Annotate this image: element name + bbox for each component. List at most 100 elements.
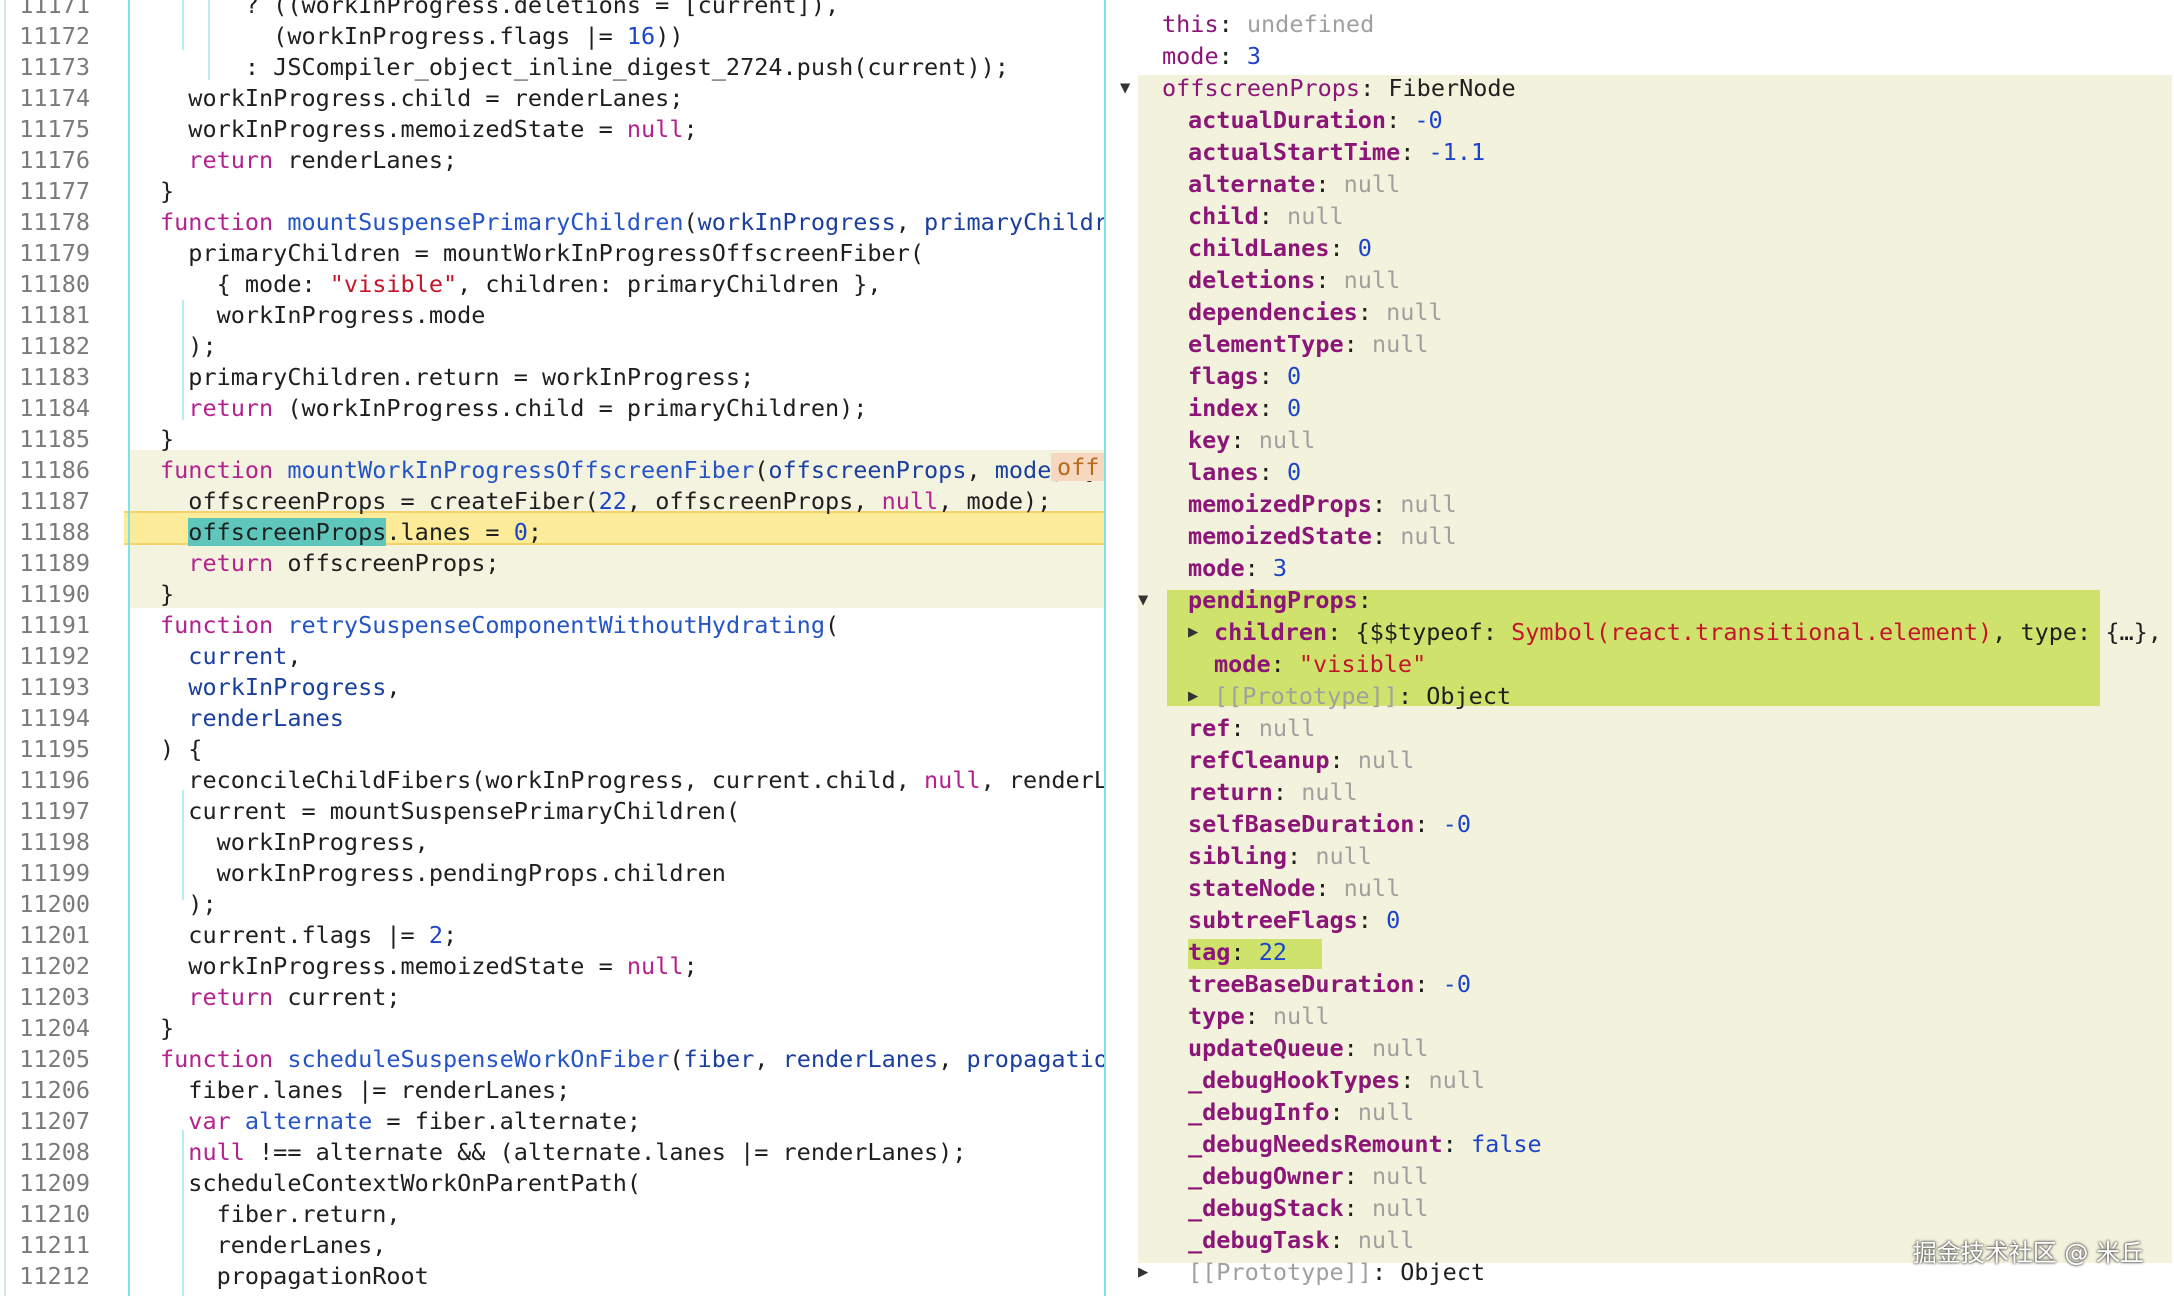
scope-row[interactable]: ▼ offscreenProps: FiberNode [1120,72,1516,104]
scope-row[interactable]: ▶ [[Prototype]]: Object [1138,1256,1485,1288]
property-key: stateNode [1188,874,1316,902]
line-number[interactable]: 11179 [0,238,90,269]
property-value: 3 [1272,554,1288,582]
line-number[interactable]: 11212 [0,1261,90,1292]
line-number[interactable]: 11189 [0,548,90,579]
code-line: 11202 workInProgress.memoizedState = nul… [0,951,1104,982]
expand-triangle-closed-icon[interactable]: ▶ [1138,1256,1188,1288]
line-number[interactable]: 11211 [0,1230,90,1261]
indent-guide [182,790,184,900]
code-line: 11211 renderLanes, [0,1230,1104,1261]
line-number[interactable]: 11213 [0,1292,90,1296]
code-text: } [160,424,174,455]
line-number[interactable]: 11185 [0,424,90,455]
code-text: return offscreenProps; [160,548,499,579]
property-value: "visible" [1298,650,1427,678]
line-number[interactable]: 11173 [0,52,90,83]
line-number[interactable]: 11191 [0,610,90,641]
code-token: null [924,766,981,794]
code-token: null [626,115,684,143]
scope-row: refCleanup: null [1188,744,1414,776]
line-number[interactable]: 11207 [0,1106,90,1137]
scope-row: deletions: null [1188,264,1400,296]
code-token: var [188,1107,231,1135]
expand-triangle-closed-icon[interactable]: ▶ [1188,680,1214,712]
code-token: retrySuspenseComponentWithoutHydrating [287,611,825,639]
expand-triangle-closed-icon[interactable]: ▶ [1188,616,1214,648]
line-number[interactable]: 11176 [0,145,90,176]
line-number[interactable]: 11198 [0,827,90,858]
line-number[interactable]: 11201 [0,920,90,951]
line-number[interactable]: 11193 [0,672,90,703]
line-number[interactable]: 11204 [0,1013,90,1044]
code-line: 11189 return offscreenProps; [0,548,1104,579]
property-key: memoizedProps [1188,490,1372,518]
expand-triangle-open-icon[interactable]: ▼ [1138,584,1188,616]
line-number[interactable]: 11187 [0,486,90,517]
code-line: 11197 current = mountSuspensePrimaryChil… [0,796,1104,827]
code-text: function mountWorkInProgressOffscreenFib… [160,455,1094,486]
line-number[interactable]: 11190 [0,579,90,610]
property-value: null [1258,714,1316,742]
code-token: return [188,549,274,577]
line-number[interactable]: 11197 [0,796,90,827]
scope-pane[interactable]: this: undefined mode: 3 ▼ offscreenProps: F… [1106,0,2174,1296]
line-number[interactable]: 11192 [0,641,90,672]
expand-triangle-open-icon[interactable]: ▼ [1120,72,1162,104]
line-number[interactable]: 11208 [0,1137,90,1168]
code-token: propagationRoot [160,1262,429,1290]
line-number[interactable]: 11182 [0,331,90,362]
code-text: fiber.lanes |= renderLanes; [160,1075,570,1106]
line-number[interactable]: 11202 [0,951,90,982]
property-value: : [1414,810,1443,838]
scope-row: index: 0 [1188,392,1301,424]
line-number[interactable]: 11174 [0,83,90,114]
property-value: : [1357,906,1387,934]
line-number[interactable]: 11205 [0,1044,90,1075]
line-number[interactable]: 11195 [0,734,90,765]
source-editor-pane[interactable]: 11171 ? ((workInProgress.deletions = [cu… [0,0,1106,1296]
scope-row[interactable]: ▶ children: {$$typeof: Symbol(react.trans… [1188,616,2174,648]
line-number[interactable]: 11180 [0,269,90,300]
property-key: mode [1214,650,1271,678]
scope-row[interactable]: ▶ [[Prototype]]: Object [1188,680,1511,712]
line-number[interactable]: 11200 [0,889,90,920]
line-number[interactable]: 11188 [0,517,90,548]
scope-row[interactable]: ▼ pendingProps: [1138,584,1372,616]
line-number[interactable]: 11210 [0,1199,90,1230]
line-number[interactable]: 11177 [0,176,90,207]
code-token: ) { [160,735,203,763]
line-number[interactable]: 11203 [0,982,90,1013]
line-number[interactable]: 11209 [0,1168,90,1199]
property-key: children [1214,618,1328,646]
line-number[interactable]: 11172 [0,21,90,52]
line-number[interactable]: 11199 [0,858,90,889]
code-token: , [966,456,995,484]
line-number[interactable]: 11175 [0,114,90,145]
line-number[interactable]: 11196 [0,765,90,796]
property-value: : [1315,874,1344,902]
line-number[interactable]: 11184 [0,393,90,424]
property-value: null [1343,266,1401,294]
property-value: : [1258,394,1288,422]
line-number[interactable]: 11186 [0,455,90,486]
line-number[interactable]: 11183 [0,362,90,393]
property-value: 3 [1246,42,1262,70]
property-key: _debugStack [1188,1194,1344,1222]
property-value: undefined [1246,10,1375,38]
property-value: : [1371,490,1401,518]
code-token: current [188,642,288,670]
code-token: ); [160,332,217,360]
line-number[interactable]: 11171 [0,0,90,21]
code-line: 11207 var alternate = fiber.alternate; [0,1106,1104,1137]
line-number[interactable]: 11178 [0,207,90,238]
code-token: .lanes = [386,518,514,546]
property-value: : [1315,266,1344,294]
line-number[interactable]: 11181 [0,300,90,331]
code-text: function mountSuspensePrimaryChildren(wo… [160,207,1106,238]
line-number[interactable]: 11206 [0,1075,90,1106]
line-number[interactable]: 11194 [0,703,90,734]
